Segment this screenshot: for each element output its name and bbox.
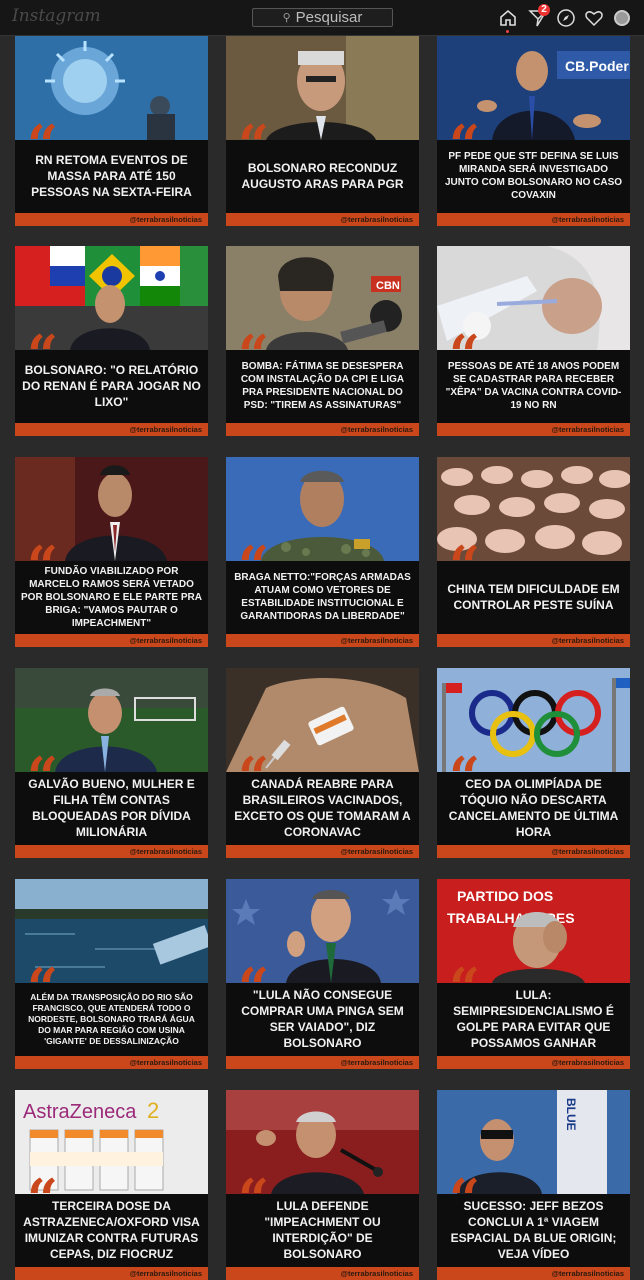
post-headline: Pessoas de até 18 anos podem se cadastra…	[445, 361, 622, 411]
post-handle: @terrabrasilnoticias	[226, 213, 419, 226]
post-card[interactable]: “Além da transposição do Rio São Francis…	[15, 879, 208, 1069]
post-card[interactable]: “Galvão Bueno, mulher e filha têm contas…	[15, 668, 208, 858]
post-card[interactable]: “CEO da Olimpíada de Tóquio não descarta…	[437, 668, 630, 858]
post-headline: "Lula não consegue comprar uma pinga sem…	[241, 988, 404, 1050]
post-headline: Bolsonaro: "O relatório do Renan é para …	[22, 363, 201, 409]
home-icon[interactable]	[498, 8, 518, 33]
post-handle: @terrabrasilnoticias	[437, 845, 630, 858]
top-navigation-bar: Instagram ⚲ Pesquisar 2	[0, 0, 644, 36]
direct-message-icon[interactable]: 2	[528, 4, 550, 28]
heart-icon[interactable]	[584, 8, 604, 28]
svg-text:PARTIDO DOS: PARTIDO DOS	[457, 888, 553, 904]
active-dot	[506, 30, 509, 33]
post-handle: @terrabrasilnoticias	[226, 845, 419, 858]
post-handle: @terrabrasilnoticias	[437, 634, 630, 647]
post-headline: Bolsonaro reconduz Augusto Aras para PGR	[241, 161, 404, 191]
svg-text:2: 2	[147, 1098, 159, 1123]
post-card[interactable]: “RN retoma eventos de massa para até 150…	[15, 36, 208, 226]
post-headline: China tem dificuldade em controlar peste…	[447, 582, 620, 612]
post-card[interactable]: “Bolsonaro: "O relatório do Renan é para…	[15, 246, 208, 436]
post-handle: @terrabrasilnoticias	[226, 423, 419, 436]
post-card[interactable]: “"Lula não consegue comprar uma pinga se…	[226, 879, 419, 1069]
post-card[interactable]: “Bolsonaro reconduz Augusto Aras para PG…	[226, 36, 419, 226]
post-headline: Canadá reabre para brasileiros vacinados…	[234, 777, 411, 839]
post-headline: Sucesso: Jeff Bezos conclui a 1ª viagem …	[450, 1199, 617, 1261]
post-handle: @terrabrasilnoticias	[226, 1056, 419, 1069]
svg-text:CBN: CBN	[376, 280, 400, 292]
search-box[interactable]: ⚲ Pesquisar	[252, 8, 393, 27]
post-card[interactable]: “Lula defende "impeachment ou interdição…	[226, 1090, 419, 1280]
post-handle: @terrabrasilnoticias	[15, 1267, 208, 1280]
post-card[interactable]: AstraZeneca 2 “Terceira dose da AstraZenec…	[15, 1090, 208, 1280]
post-headline: Braga Netto:"Forças Armadas atuam como v…	[234, 572, 411, 622]
post-headline: Lula defende "impeachment ou interdição"…	[264, 1199, 381, 1261]
nav-icons: 2	[496, 4, 636, 33]
instagram-logo[interactable]: Instagram	[12, 6, 101, 26]
post-headline: PF pede que STF defina se Luis Miranda s…	[444, 151, 623, 201]
post-card[interactable]: “Canadá reabre para brasileiros vacinado…	[226, 668, 419, 858]
post-card[interactable]: CBN “Bomba: Fátima se desespera com insta…	[226, 246, 419, 436]
compass-icon[interactable]	[556, 8, 576, 28]
post-handle: @terrabrasilnoticias	[15, 1056, 208, 1069]
svg-text:CB.Poder: CB.Poder	[565, 58, 629, 74]
post-handle: @terrabrasilnoticias	[15, 845, 208, 858]
post-headline: RN retoma eventos de massa para até 150 …	[31, 153, 192, 199]
post-handle: @terrabrasilnoticias	[437, 1056, 630, 1069]
post-handle: @terrabrasilnoticias	[226, 1267, 419, 1280]
post-handle: @terrabrasilnoticias	[226, 634, 419, 647]
post-headline: Além da transposição do Rio São Francisc…	[28, 991, 195, 1046]
post-headline: Terceira dose da AstraZeneca/Oxford visa…	[23, 1199, 200, 1261]
post-handle: @terrabrasilnoticias	[437, 1267, 630, 1280]
post-card[interactable]: BLUE “Sucesso: Jeff Bezos conclui a 1ª vi…	[437, 1090, 630, 1280]
svg-text:BLUE: BLUE	[564, 1098, 578, 1131]
search-placeholder: Pesquisar	[295, 9, 363, 26]
post-card[interactable]: “Braga Netto:"Forças Armadas atuam como …	[226, 457, 419, 647]
post-handle: @terrabrasilnoticias	[437, 213, 630, 226]
notification-badge: 2	[538, 4, 550, 16]
post-headline: CEO da Olimpíada de Tóquio não descarta …	[448, 777, 619, 839]
post-headline: Fundão viabilizado por Marcelo Ramos ser…	[21, 565, 202, 629]
post-card[interactable]: “Pessoas de até 18 anos podem se cadastr…	[437, 246, 630, 436]
post-headline: Bomba: Fátima se desespera com instalaçã…	[240, 361, 405, 411]
svg-text:AstraZeneca: AstraZeneca	[23, 1101, 137, 1123]
post-headline: Lula: semipresidencialismo é golpe para …	[453, 988, 614, 1050]
avatar-icon[interactable]	[614, 10, 630, 26]
post-card[interactable]: CB.Poder “PF pede que STF defina se Luis …	[437, 36, 630, 226]
post-card[interactable]: PARTIDO DOS TRABALHADORES “Lula: semipresi…	[437, 879, 630, 1069]
post-handle: @terrabrasilnoticias	[15, 634, 208, 647]
post-card[interactable]: “China tem dificuldade em controlar pest…	[437, 457, 630, 647]
post-headline: Galvão Bueno, mulher e filha têm contas …	[28, 777, 195, 839]
post-handle: @terrabrasilnoticias	[437, 423, 630, 436]
search-icon: ⚲	[282, 12, 291, 24]
post-handle: @terrabrasilnoticias	[15, 423, 208, 436]
post-handle: @terrabrasilnoticias	[15, 213, 208, 226]
post-card[interactable]: “Fundão viabilizado por Marcelo Ramos se…	[15, 457, 208, 647]
